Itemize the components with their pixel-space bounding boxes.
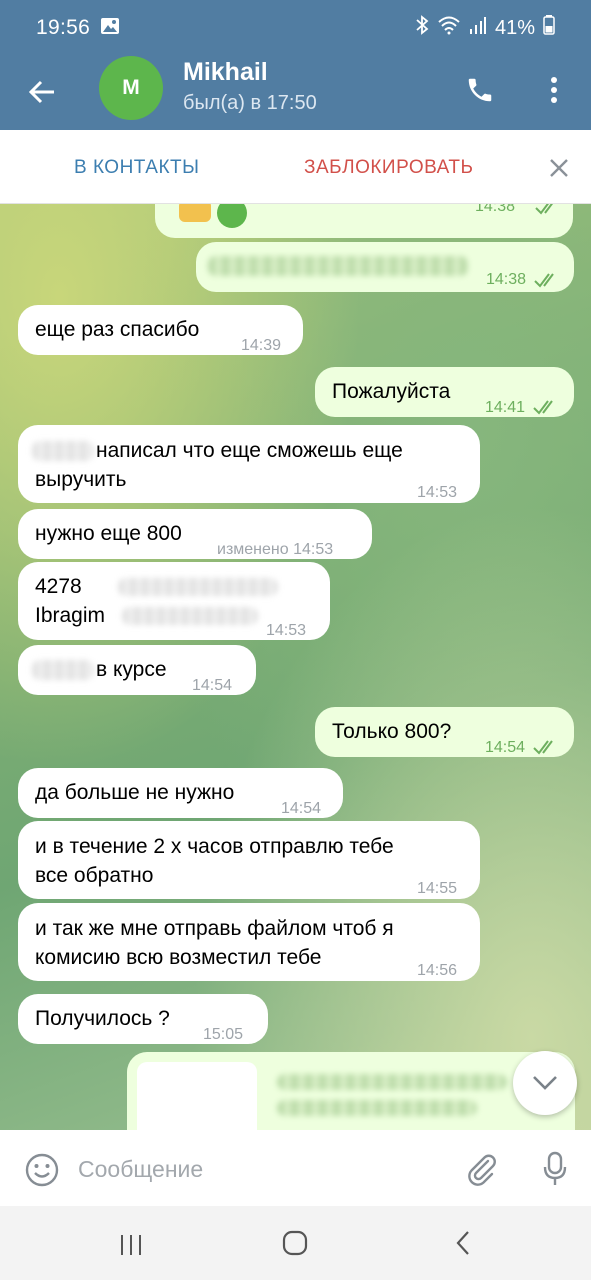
attach-icon[interactable] [460, 1148, 502, 1190]
message-bubble-outgoing[interactable]: 14:38 [155, 204, 573, 238]
message-time: изменено 14:53 [217, 541, 334, 558]
message-text: и в течение 2 х часов отправлю тебе [35, 835, 394, 858]
message-input-bar [0, 1130, 591, 1206]
message-text: выручить [35, 468, 127, 491]
message-bubble-incoming[interactable]: нужно еще 800 изменено 14:53 [18, 509, 372, 559]
message-bubble-incoming[interactable]: Получилось ? 15:05 [18, 994, 268, 1044]
redacted-surname [122, 607, 258, 625]
message-bubble-outgoing-file[interactable] [127, 1052, 575, 1130]
mini-avatar [217, 204, 247, 228]
message-time: 14:38 [475, 204, 516, 215]
message-bubble-incoming[interactable]: да больше не нужно 14:54 [18, 768, 343, 818]
nav-back-icon[interactable] [448, 1228, 478, 1258]
message-text: комисию всю возместил тебе [35, 946, 322, 969]
status-time: 19:56 [36, 16, 91, 39]
redacted-file-name [277, 1074, 507, 1090]
message-text: в курсе [96, 658, 167, 681]
chat-header: M Mikhail был(а) в 17:50 [0, 56, 591, 130]
message-text: Пожалуйста [332, 380, 451, 403]
redacted-name [32, 441, 94, 461]
message-text: еще раз спасибо [35, 318, 200, 341]
close-icon[interactable] [543, 152, 575, 184]
message-bubble-outgoing[interactable]: 14:38 [196, 242, 574, 292]
message-time: 14:53 [266, 622, 307, 639]
message-text: 4278 [35, 575, 82, 598]
message-bubble-incoming[interactable]: еще раз спасибо 14:39 [18, 305, 303, 355]
more-vert-icon[interactable] [534, 70, 574, 110]
message-bubble-outgoing[interactable]: Пожалуйста 14:41 [315, 367, 574, 417]
chevron-down-icon [533, 1076, 557, 1090]
message-bubble-incoming[interactable]: и так же мне отправь файлом чтоб я комис… [18, 903, 480, 981]
battery-percent: 41% [494, 16, 535, 39]
recents-icon[interactable] [116, 1230, 146, 1260]
block-user-button[interactable]: ЗАБЛОКИРОВАТЬ [304, 157, 473, 179]
message-text: Только 800? [332, 720, 452, 743]
message-time: 14:39 [241, 337, 282, 354]
redacted-text [208, 256, 468, 276]
message-time: 14:55 [417, 880, 458, 897]
message-bubble-incoming[interactable]: написал что еще сможешь еще выручить 14:… [18, 425, 480, 503]
message-time: 14:41 [485, 399, 526, 416]
message-text: Ibragim [35, 604, 106, 627]
double-check-icon [533, 394, 559, 423]
double-check-icon [534, 267, 560, 296]
message-time: 14:54 [192, 677, 233, 694]
avatar[interactable]: M [99, 56, 163, 120]
contact-action-bar: В КОНТАКТЫ ЗАБЛОКИРОВАТЬ [0, 130, 591, 204]
redacted-thumbnail [137, 1062, 257, 1130]
message-text: все обратно [35, 864, 154, 887]
redacted-card-number [118, 578, 278, 596]
message-text: да больше не нужно [35, 781, 235, 804]
redacted-name [32, 660, 94, 680]
redacted-file-info [277, 1100, 477, 1116]
avatar-letter: M [122, 76, 140, 99]
thumbs-emoji-icon [179, 204, 211, 222]
mic-icon[interactable] [534, 1148, 576, 1190]
message-time: 15:05 [203, 1026, 244, 1043]
double-check-icon [533, 734, 559, 763]
phone-icon[interactable] [460, 70, 500, 110]
gallery-icon [100, 17, 120, 40]
chat-area[interactable]: 14:38 14:38 еще раз спасибо 14:39 Пожалу… [0, 204, 591, 1130]
scroll-to-bottom-button[interactable] [513, 1051, 577, 1115]
double-check-icon [535, 204, 561, 223]
message-bubble-incoming[interactable]: 4278 Ibragim 14:53 [18, 562, 330, 640]
back-arrow-icon[interactable] [22, 72, 62, 112]
message-time: 14:53 [417, 484, 458, 501]
last-seen-status: был(а) в 17:50 [183, 92, 317, 114]
message-bubble-incoming[interactable]: в курсе 14:54 [18, 645, 256, 695]
signal-icon [469, 15, 487, 41]
home-icon[interactable] [280, 1228, 310, 1258]
message-text: нужно еще 800 [35, 522, 182, 545]
battery-icon [543, 15, 555, 41]
message-input[interactable] [78, 1152, 438, 1186]
message-time: 14:54 [281, 800, 322, 817]
bluetooth-icon [415, 15, 429, 41]
message-text: Получилось ? [35, 1007, 170, 1030]
add-contact-button[interactable]: В КОНТАКТЫ [74, 157, 199, 179]
emoji-icon[interactable] [22, 1150, 62, 1190]
status-bar: 19:56 41% [0, 0, 591, 56]
message-time: 14:56 [417, 962, 458, 979]
system-nav-bar [0, 1206, 591, 1280]
message-text: написал что еще сможешь еще [96, 439, 403, 462]
message-bubble-incoming[interactable]: и в течение 2 х часов отправлю тебе все … [18, 821, 480, 899]
message-bubble-outgoing[interactable]: Только 800? 14:54 [315, 707, 574, 757]
message-time: 14:38 [486, 271, 527, 288]
message-text: и так же мне отправь файлом чтоб я [35, 917, 394, 940]
contact-name[interactable]: Mikhail [183, 58, 268, 87]
wifi-icon [437, 15, 461, 41]
message-time: 14:54 [485, 739, 526, 756]
